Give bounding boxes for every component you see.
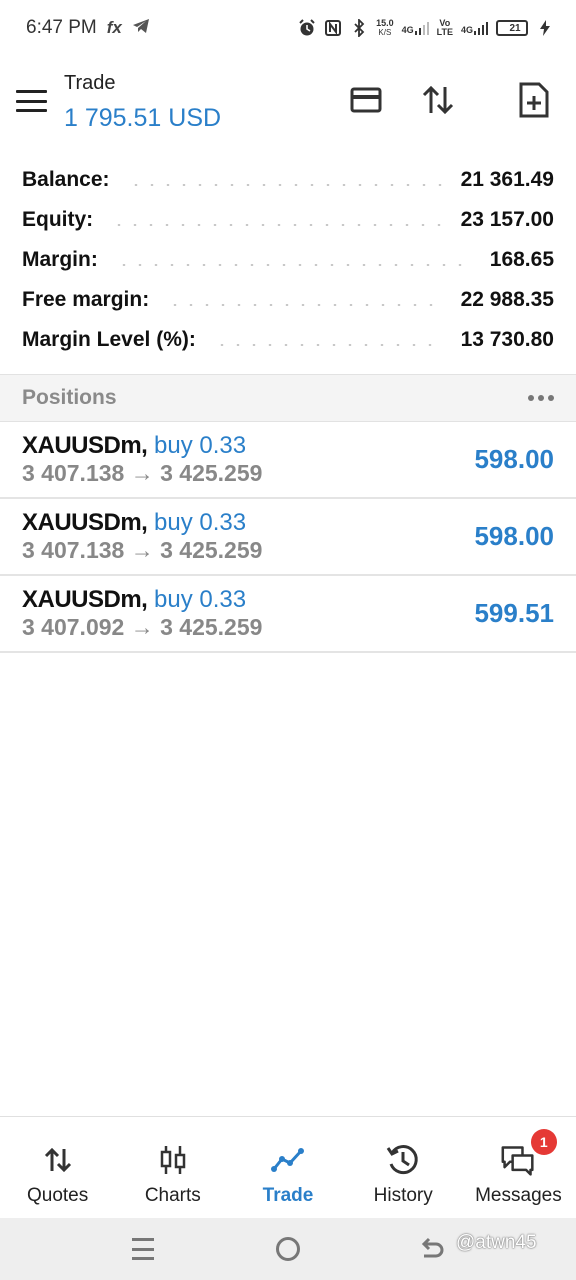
nav-label: Messages — [475, 1185, 562, 1206]
nav-charts[interactable]: Charts — [115, 1117, 230, 1218]
nav-quotes[interactable]: Quotes — [0, 1117, 115, 1218]
summary-label: Equity: — [22, 208, 94, 231]
summary-label: Margin Level (%): — [22, 328, 196, 351]
summary-row-free-margin: Free margin: 22 988.35 — [0, 280, 576, 320]
account-summary: Balance: 21 361.49 Equity: 23 157.00 Mar… — [0, 160, 576, 360]
dotted-leader — [115, 264, 472, 266]
page-title: Trade — [64, 72, 116, 94]
signal-2: 4G — [461, 21, 488, 35]
recent-apps-icon[interactable] — [132, 1238, 154, 1260]
history-icon — [386, 1143, 420, 1177]
signal-1: 4G — [402, 21, 429, 35]
status-right-icons: 15.0 K/S 4G Vo LTE 4G 21 — [298, 19, 554, 37]
nav-label: Quotes — [26, 1185, 89, 1206]
status-bar: 6:47 PM fx 15.0 K/S 4G Vo LTE 4G 21 — [0, 0, 576, 56]
fx-icon: fx — [106, 17, 122, 37]
position-title: XAUUSDm, buy 0.33 — [22, 432, 246, 460]
card-icon[interactable] — [346, 80, 386, 120]
status-left-icons: fx — [107, 18, 150, 39]
summary-value: 13 730.80 — [460, 328, 554, 351]
position-side: buy 0.33 — [154, 432, 247, 459]
watermark: @atwn45 — [456, 1232, 537, 1253]
summary-value: 22 988.35 — [460, 288, 554, 311]
bottom-nav: Quotes Charts Trade History 1 Messages — [0, 1116, 576, 1218]
positions-list: XAUUSDm, buy 0.33 3 407.138 → 3 425.259 … — [0, 422, 576, 653]
messages-badge: 1 — [530, 1129, 557, 1155]
new-order-icon[interactable] — [514, 80, 554, 120]
position-side: buy 0.33 — [154, 586, 247, 613]
position-title: XAUUSDm, buy 0.33 — [22, 586, 246, 614]
summary-label: Balance: — [22, 168, 110, 191]
position-symbol: XAUUSDm, — [22, 586, 148, 613]
position-side: buy 0.33 — [154, 509, 247, 536]
position-prices: 3 407.138 → 3 425.259 — [22, 537, 263, 563]
position-symbol: XAUUSDm, — [22, 432, 148, 459]
position-profit: 599.51 — [474, 598, 554, 628]
trade-icon — [271, 1143, 305, 1177]
nav-label: History — [373, 1185, 433, 1206]
nfc-icon — [324, 19, 342, 37]
telegram-icon — [132, 18, 150, 39]
position-title: XAUUSDm, buy 0.33 — [22, 509, 246, 537]
net-speed: 15.0 K/S — [376, 18, 394, 38]
positions-header: Positions — [0, 374, 576, 422]
summary-row-equity: Equity: 23 157.00 — [0, 200, 576, 240]
position-row[interactable]: XAUUSDm, buy 0.33 3 407.138 → 3 425.259 … — [0, 499, 576, 576]
position-prices: 3 407.138 → 3 425.259 — [22, 460, 263, 486]
back-icon[interactable] — [420, 1236, 444, 1267]
net-speed-unit: K/S — [378, 28, 392, 37]
status-time: 6:47 PM — [26, 17, 97, 38]
system-nav-bar: @atwn45 — [0, 1218, 576, 1280]
dotted-leader — [111, 224, 443, 226]
nav-trade[interactable]: Trade — [230, 1117, 345, 1218]
position-profit: 598.00 — [474, 521, 554, 551]
position-prices: 3 407.092 → 3 425.259 — [22, 614, 263, 640]
signal-2-label: 4G — [460, 25, 473, 35]
more-options-icon[interactable] — [528, 395, 554, 401]
nav-messages[interactable]: 1 Messages — [461, 1117, 576, 1218]
battery-icon: 21 — [496, 20, 528, 36]
sort-icon[interactable] — [418, 80, 458, 120]
position-symbol: XAUUSDm, — [22, 509, 148, 536]
position-row[interactable]: XAUUSDm, buy 0.33 3 407.092 → 3 425.259 … — [0, 576, 576, 653]
volte-indicator: Vo LTE — [437, 19, 453, 37]
summary-row-margin-level: Margin Level (%): 13 730.80 — [0, 320, 576, 360]
home-icon[interactable] — [276, 1237, 300, 1261]
summary-value: 21 361.49 — [460, 168, 554, 191]
charging-icon — [536, 19, 554, 37]
summary-label: Free margin: — [22, 288, 150, 311]
signal-1-label: 4G — [401, 25, 414, 35]
summary-row-margin: Margin: 168.65 — [0, 240, 576, 280]
hamburger-menu-icon[interactable] — [16, 90, 47, 112]
dotted-leader — [127, 184, 443, 186]
charts-icon — [156, 1143, 190, 1177]
nav-label: Trade — [262, 1185, 314, 1206]
app-header: Trade 1 795.51 USD — [0, 60, 576, 144]
dotted-leader — [213, 344, 443, 346]
dotted-leader — [167, 304, 443, 306]
quotes-icon — [41, 1143, 75, 1177]
summary-row-balance: Balance: 21 361.49 — [0, 160, 576, 200]
messages-icon — [501, 1143, 535, 1177]
alarm-icon — [298, 19, 316, 37]
summary-value: 168.65 — [489, 248, 554, 271]
positions-title: Positions — [22, 386, 117, 409]
nav-label: Charts — [144, 1185, 201, 1206]
position-row[interactable]: XAUUSDm, buy 0.33 3 407.138 → 3 425.259 … — [0, 422, 576, 499]
battery-level: 21 — [509, 22, 521, 34]
header-balance: 1 795.51 USD — [64, 104, 222, 132]
bluetooth-icon — [350, 19, 368, 37]
volte-bottom: LTE — [436, 27, 453, 37]
nav-history[interactable]: History — [346, 1117, 461, 1218]
position-profit: 598.00 — [474, 444, 554, 474]
summary-value: 23 157.00 — [460, 208, 554, 231]
net-speed-value: 15.0 — [376, 18, 394, 28]
summary-label: Margin: — [22, 248, 98, 271]
